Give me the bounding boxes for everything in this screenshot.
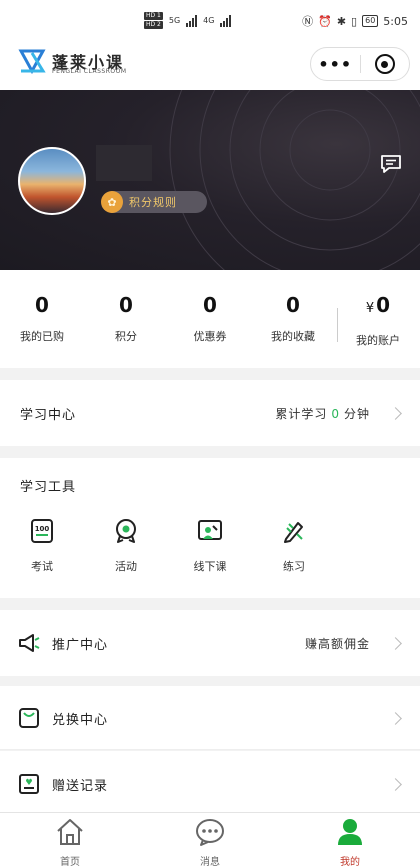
network-2-label: 4G (203, 16, 215, 25)
account-balance: 0 (376, 293, 391, 317)
learning-center-title: 学习中心 (20, 408, 77, 423)
stat-favorites[interactable]: 0 我的收藏 (258, 292, 328, 344)
stat-label: 积分 (115, 330, 137, 343)
tool-activity[interactable]: 活动 (96, 518, 156, 574)
learning-center-row[interactable]: 学习中心 累计学习 0 分钟 (0, 380, 420, 446)
vibrate-icon: ▯ (351, 14, 358, 28)
nfc-icon: Ⓝ (302, 15, 314, 28)
hd2-label: HD 2 (144, 21, 163, 29)
chevron-right-icon (389, 407, 402, 420)
megaphone-icon (19, 634, 40, 652)
tab-label: 我的 (340, 857, 360, 866)
tab-messages[interactable]: 消息 (180, 817, 240, 866)
promotion-center-row[interactable]: 推广中心 赚高额佣金 (0, 610, 420, 676)
more-button[interactable]: ••• (311, 55, 360, 74)
alarm-icon: ⏰ (318, 14, 332, 28)
learning-tools-title: 学习工具 (20, 480, 77, 495)
stat-label: 我的收藏 (271, 330, 315, 343)
study-suffix: 分钟 (343, 407, 370, 421)
logo-icon (18, 49, 46, 75)
stat-value: 0 (35, 293, 49, 317)
stat-label: 我的账户 (356, 334, 400, 347)
tab-label: 消息 (200, 857, 220, 866)
stats-divider (337, 308, 338, 342)
hd-indicators: HD 1 HD 2 (144, 12, 163, 29)
tab-label: 首页 (60, 857, 80, 866)
study-minutes: 0 (331, 407, 340, 421)
exchange-icon (19, 708, 39, 728)
status-left: HD 1 HD 2 5G 4G (144, 12, 232, 29)
exchange-center-title: 兑换中心 (52, 713, 109, 728)
signal-2-icon (220, 14, 232, 27)
status-right: Ⓝ ⏰ ✱ ▯ 60 5:05 (302, 13, 408, 29)
stats-panel: 0 我的已购 0 积分 0 优惠券 0 我的收藏 ¥0 我的账户 (0, 270, 420, 368)
tool-practice[interactable]: 练习 (264, 518, 324, 574)
profile-icon (338, 819, 362, 845)
signal-1-icon (186, 14, 198, 27)
study-time: 累计学习 0 分钟 (275, 405, 370, 422)
exchange-center-row[interactable]: 兑换中心 (0, 686, 420, 750)
stat-value: 0 (119, 293, 133, 317)
mini-program-capsule: ••• (310, 47, 410, 81)
stat-value: ¥0 (343, 292, 413, 322)
tool-exam[interactable]: 100 考试 (12, 518, 72, 574)
tool-label: 练习 (283, 560, 305, 573)
stat-label: 我的已购 (20, 330, 64, 343)
message-icon (196, 819, 224, 846)
stat-value: 0 (203, 293, 217, 317)
practice-icon (284, 522, 303, 543)
points-rule-label: 积分规则 (129, 196, 177, 209)
avatar[interactable] (18, 147, 86, 215)
tool-offline-class[interactable]: 线下课 (180, 518, 240, 574)
message-icon[interactable] (380, 154, 402, 174)
promotion-center-title: 推广中心 (52, 638, 109, 653)
svg-text:100: 100 (35, 525, 50, 533)
tab-home[interactable]: 首页 (40, 817, 100, 866)
gift-record-icon (19, 774, 39, 794)
gift-records-row[interactable]: 赠送记录 (0, 751, 420, 813)
chevron-right-icon (389, 712, 402, 725)
stat-value: 0 (286, 293, 300, 317)
stat-coupons[interactable]: 0 优惠券 (175, 292, 245, 344)
clock: 5:05 (383, 14, 408, 28)
tab-bar: 首页 消息 我的 (0, 812, 420, 866)
tool-label: 考试 (31, 560, 53, 573)
stat-account[interactable]: ¥0 我的账户 (343, 292, 413, 348)
tool-label: 线下课 (193, 560, 227, 573)
coin-icon: ✿ (101, 191, 123, 213)
chevron-right-icon (389, 637, 402, 650)
stat-purchased[interactable]: 0 我的已购 (7, 292, 77, 344)
activity-icon (116, 519, 136, 543)
learning-tools-panel: 学习工具 100 考试 活动 线下课 练习 (0, 458, 420, 598)
title-bar: 蓬莱小课 PENGLAI CLASSROOM ••• (0, 40, 420, 90)
points-rule-button[interactable]: ✿ 积分规则 (101, 191, 207, 213)
profile-banner: ✿ 积分规则 (0, 90, 420, 270)
offline-class-icon (198, 520, 222, 540)
close-icon (374, 54, 395, 74)
stat-points[interactable]: 0 积分 (91, 292, 161, 344)
currency-symbol: ¥ (365, 301, 375, 316)
chevron-right-icon (389, 778, 402, 791)
brand-subtitle: PENGLAI CLASSROOM (52, 68, 127, 75)
gift-records-title: 赠送记录 (52, 779, 109, 794)
hd1-label: HD 1 (144, 12, 163, 20)
status-bar: HD 1 HD 2 5G 4G Ⓝ ⏰ ✱ ▯ 60 5:05 (0, 0, 420, 40)
tool-label: 活动 (115, 560, 137, 573)
bluetooth-icon: ✱ (336, 14, 347, 28)
battery-icon: 60 (362, 15, 379, 27)
tab-profile[interactable]: 我的 (320, 817, 380, 866)
stat-label: 优惠券 (193, 330, 227, 343)
username-placeholder (96, 145, 152, 181)
exam-icon: 100 (31, 519, 53, 543)
study-prefix: 累计学习 (275, 407, 328, 421)
home-icon (57, 819, 83, 845)
network-1-label: 5G (168, 16, 181, 25)
close-button[interactable] (360, 54, 409, 74)
promotion-commission: 赚高额佣金 (304, 637, 370, 651)
